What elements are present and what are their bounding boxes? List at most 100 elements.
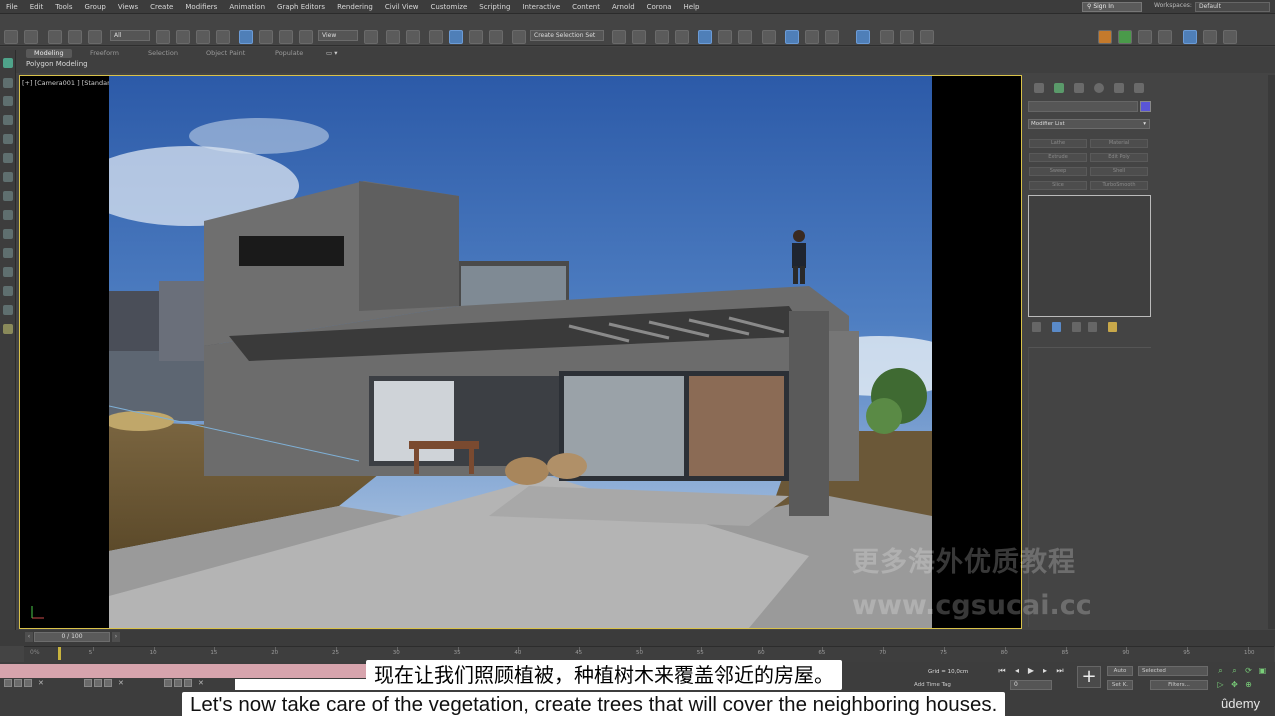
tab-modeling[interactable]: Modeling <box>26 49 72 58</box>
keyboard-shortcut-icon[interactable] <box>406 30 420 44</box>
corona-vfb-icon[interactable] <box>1098 30 1112 44</box>
window-tile-icon[interactable] <box>4 679 12 687</box>
modifier-slice-button[interactable]: Slice <box>1029 181 1087 190</box>
set-key-button[interactable]: Set K. <box>1107 680 1133 690</box>
isolate-tool-icon[interactable] <box>3 267 13 277</box>
menu-group[interactable]: Group <box>79 3 112 11</box>
window-crossing-icon[interactable] <box>216 30 230 44</box>
tree-plugin-icon[interactable] <box>1118 30 1132 44</box>
zoom-icon[interactable]: ⌕ <box>1216 666 1225 675</box>
menu-content[interactable]: Content <box>566 3 606 11</box>
modifier-lathe-button[interactable]: Lathe <box>1029 139 1087 148</box>
grid-snap-icon[interactable] <box>880 30 894 44</box>
select-manipulate-icon[interactable] <box>386 30 400 44</box>
light-bulb-icon[interactable] <box>3 324 13 334</box>
rendered-frame-window-icon[interactable] <box>805 30 819 44</box>
maxscript-input-field[interactable] <box>235 679 375 690</box>
named-selection-set-dropdown[interactable]: Create Selection Set <box>530 30 604 41</box>
move-icon[interactable] <box>239 30 253 44</box>
link-icon[interactable] <box>48 30 62 44</box>
tool-icon[interactable] <box>1203 30 1217 44</box>
menu-civil-view[interactable]: Civil View <box>379 3 425 11</box>
time-slider[interactable]: ‹ 0 / 100 › <box>0 630 1275 646</box>
window-max-icon[interactable] <box>24 679 32 687</box>
layer-tool-icon[interactable] <box>3 229 13 239</box>
modifier-extrude-button[interactable]: Extrude <box>1029 153 1087 162</box>
angle-snap-icon[interactable] <box>449 30 463 44</box>
close-icon[interactable]: ✕ <box>114 679 128 690</box>
sign-in-dropdown[interactable]: ⚲ Sign In <box>1082 2 1142 12</box>
object-color-swatch[interactable] <box>1140 101 1151 112</box>
display-tool-icon[interactable] <box>3 248 13 258</box>
render-production-icon[interactable] <box>825 30 839 44</box>
make-unique-icon[interactable] <box>1072 322 1081 332</box>
ribbon-options-icon[interactable]: ▭ ▾ <box>318 49 345 58</box>
menu-file[interactable]: File <box>0 3 24 11</box>
menu-tools[interactable]: Tools <box>49 3 78 11</box>
window-tile-icon[interactable] <box>84 679 92 687</box>
select-by-name-icon[interactable] <box>176 30 190 44</box>
ribbon-toggle-icon[interactable] <box>698 30 712 44</box>
menu-edit[interactable]: Edit <box>24 3 50 11</box>
rotate-icon[interactable] <box>259 30 273 44</box>
modifier-turbosmooth-button[interactable]: TurboSmooth <box>1090 181 1148 190</box>
tab-object-paint[interactable]: Object Paint <box>198 49 253 58</box>
maximize-viewport-icon[interactable]: ▣ <box>1258 666 1267 675</box>
freeze-tool-icon[interactable] <box>3 305 13 315</box>
display-tab-icon[interactable] <box>1114 83 1124 93</box>
time-next-icon[interactable]: › <box>112 632 120 642</box>
tab-selection[interactable]: Selection <box>140 49 186 58</box>
menu-scripting[interactable]: Scripting <box>473 3 516 11</box>
snaps-toggle-icon[interactable] <box>429 30 443 44</box>
show-end-result-icon[interactable] <box>1052 322 1061 332</box>
mirror-icon[interactable] <box>612 30 626 44</box>
command-panel-scrollbar[interactable] <box>1268 75 1275 629</box>
scale-icon[interactable] <box>279 30 293 44</box>
visibility-tool-icon[interactable] <box>3 286 13 296</box>
render-setup-icon[interactable] <box>785 30 799 44</box>
menu-graph-editors[interactable]: Graph Editors <box>271 3 331 11</box>
scene-explorer-icon[interactable] <box>655 30 669 44</box>
layout-icon[interactable] <box>1158 30 1172 44</box>
next-frame-icon[interactable]: ▸ <box>1040 666 1050 676</box>
tab-populate[interactable]: Populate <box>267 49 311 58</box>
unlink-icon[interactable] <box>68 30 82 44</box>
close-icon[interactable]: ✕ <box>34 679 48 690</box>
window-restore-icon[interactable] <box>94 679 102 687</box>
menu-views[interactable]: Views <box>112 3 144 11</box>
modify-tab-icon[interactable] <box>1054 83 1064 93</box>
walkthrough-icon[interactable]: ⊕ <box>1244 680 1253 689</box>
menu-interactive[interactable]: Interactive <box>516 3 566 11</box>
key-filters-button[interactable]: Filters... <box>1150 680 1208 690</box>
modifier-sweep-button[interactable]: Sweep <box>1029 167 1087 176</box>
ribbon-polygon-modeling[interactable]: Polygon Modeling <box>26 60 88 68</box>
menu-arnold[interactable]: Arnold <box>606 3 641 11</box>
field-of-view-icon[interactable]: ▷ <box>1216 680 1225 689</box>
current-frame-field[interactable]: 0 <box>1010 680 1052 690</box>
shapes-tool-icon[interactable] <box>3 96 13 106</box>
crosshair-icon[interactable] <box>920 30 934 44</box>
pan-icon[interactable]: ✥ <box>1230 680 1239 689</box>
motion-tab-icon[interactable] <box>1094 83 1104 93</box>
add-key-plus-icon[interactable]: + <box>1077 666 1101 688</box>
menu-help[interactable]: Help <box>678 3 706 11</box>
spinner-snap-icon[interactable] <box>489 30 503 44</box>
go-to-start-icon[interactable]: ⏮ <box>997 666 1007 676</box>
utilities-tab-icon[interactable] <box>1134 83 1144 93</box>
key-filter-dropdown[interactable]: Selected <box>1138 666 1208 676</box>
window-restore-icon[interactable] <box>14 679 22 687</box>
spacewarps-tool-icon[interactable] <box>3 172 13 182</box>
play-icon[interactable]: ▶ <box>1026 666 1036 676</box>
rb-plugin-icon[interactable] <box>856 30 870 44</box>
pin-stack-icon[interactable] <box>1032 322 1041 332</box>
curve-editor-icon[interactable] <box>718 30 732 44</box>
menu-customize[interactable]: Customize <box>425 3 474 11</box>
schematic-view-icon[interactable] <box>738 30 752 44</box>
window-restore-icon[interactable] <box>174 679 182 687</box>
modifier-list-dropdown[interactable]: Modifier List ▾ <box>1028 119 1150 129</box>
menu-rendering[interactable]: Rendering <box>331 3 379 11</box>
maxscript-listener-bar[interactable] <box>0 664 370 678</box>
window-max-icon[interactable] <box>104 679 112 687</box>
scatter-icon[interactable] <box>1138 30 1152 44</box>
workspace-dropdown[interactable]: Default <box>1195 2 1270 12</box>
